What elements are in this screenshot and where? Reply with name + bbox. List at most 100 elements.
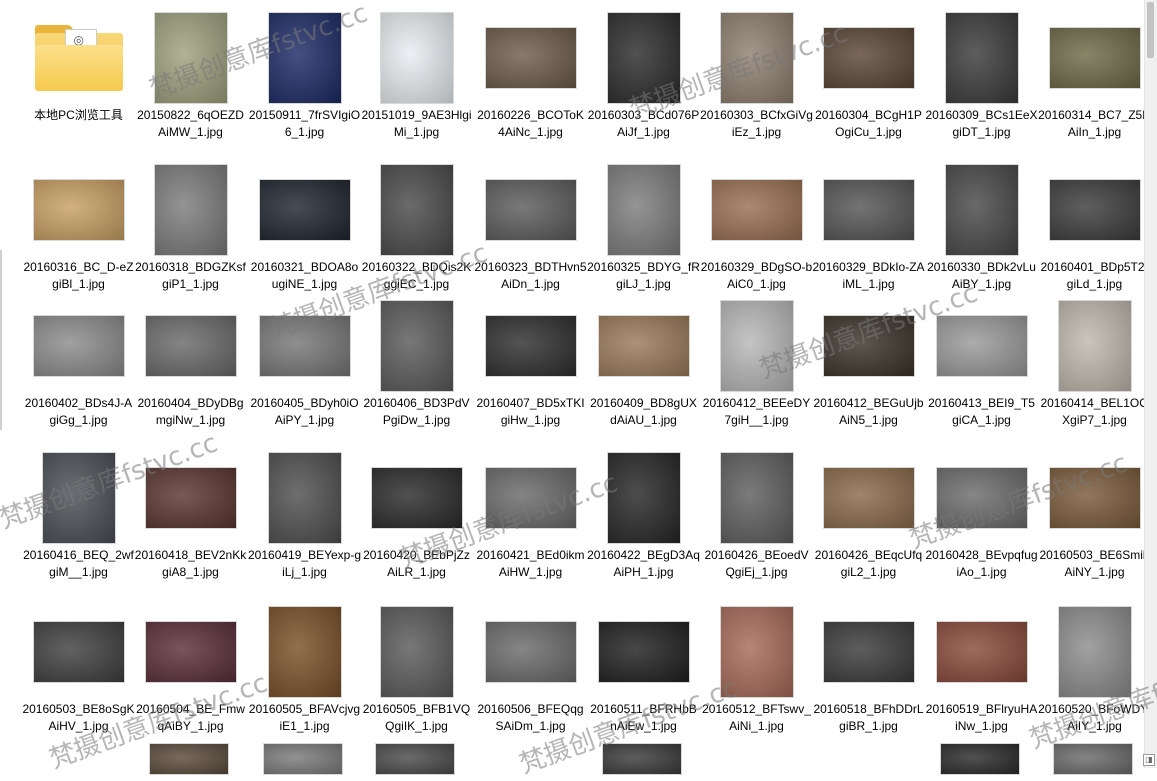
- file-item[interactable]: 20160511_BFRHbBnAiEw_1.jpg: [587, 602, 700, 750]
- image-thumbnail: [380, 607, 453, 697]
- file-item[interactable]: 20160409_BD8gUXdAiAU_1.jpg: [587, 296, 700, 444]
- image-thumbnail[interactable]: [1054, 744, 1132, 774]
- image-thumbnail: [145, 316, 236, 376]
- file-item[interactable]: 20160426_BEoedVQgiEj_1.jpg: [700, 448, 813, 596]
- file-item[interactable]: 20160303_BCd076PAiJf_1.jpg: [587, 8, 700, 156]
- file-item[interactable]: 20160505_BFB1VQQgiIK_1.jpg: [360, 602, 473, 750]
- file-item[interactable]: 20160505_BFAVcjvgiE1_1.jpg: [248, 602, 361, 750]
- image-thumbnail[interactable]: [264, 744, 342, 774]
- image-thumbnail: [936, 316, 1027, 376]
- file-name-label: 20160321_BDOA8ougiNE_1.jpg: [250, 260, 359, 291]
- file-item[interactable]: 20160428_BEvpqfugiAo_1.jpg: [925, 448, 1038, 596]
- file-item[interactable]: 20150911_7frSVIgiO6_1.jpg: [248, 8, 361, 156]
- folder-thumb: [22, 12, 135, 104]
- image-thumbnail: [720, 453, 793, 543]
- file-item[interactable]: 20160402_BDs4J-AgiGg_1.jpg: [22, 296, 135, 444]
- file-item[interactable]: 20160318_BDGZKsfgiP1_1.jpg: [134, 160, 247, 308]
- file-item[interactable]: 20160426_BEqcUfqgiL2_1.jpg: [812, 448, 925, 596]
- file-item[interactable]: 20160321_BDOA8ougiNE_1.jpg: [248, 160, 361, 308]
- window-left-edge: [0, 250, 2, 430]
- image-thumbnail: [154, 165, 227, 255]
- file-item[interactable]: 20160401_BDp5T2-giLd_1.jpg: [1038, 160, 1151, 308]
- file-item[interactable]: 20160520_BFoWDYjAiIY_1.jpg: [1038, 602, 1151, 750]
- file-item[interactable]: 20160309_BCs1EeXgiDT_1.jpg: [925, 8, 1038, 156]
- file-item[interactable]: 20160519_BFlryuHAiNw_1.jpg: [925, 602, 1038, 750]
- file-item[interactable]: 20160412_BEEeDY7giH__1.jpg: [700, 296, 813, 444]
- image-thumbnail: [1049, 468, 1140, 528]
- file-name-label: 20160406_BD3PdVPgiDw_1.jpg: [363, 396, 470, 427]
- file-item[interactable]: 20160419_BEYexp-giLj_1.jpg: [248, 448, 361, 596]
- file-item[interactable]: 20160314_BC7_Z5HAiIn_1.jpg: [1038, 8, 1151, 156]
- image-thumbnail: [259, 180, 350, 240]
- file-name-label: 20160428_BEvpqfugiAo_1.jpg: [925, 548, 1038, 579]
- file-name-label: 20160322_BDQis2KggiEC_1.jpg: [361, 260, 472, 291]
- file-item[interactable]: 20160226_BCOToK4AiNc_1.jpg: [474, 8, 587, 156]
- file-item[interactable]: 20150822_6qOEZDAiMW_1.jpg: [134, 8, 247, 156]
- image-thumbnail[interactable]: [603, 744, 681, 774]
- file-item[interactable]: 20160406_BD3PdVPgiDw_1.jpg: [360, 296, 473, 444]
- file-item[interactable]: 20160404_BDyDBgmgiNw_1.jpg: [134, 296, 247, 444]
- scrollbar-thumb[interactable]: [1147, 2, 1154, 58]
- image-thumbnail: [598, 622, 689, 682]
- file-name-label: 20160413_BEI9_T5giCA_1.jpg: [928, 396, 1035, 427]
- file-item[interactable]: 20160330_BDk2vLuAiBY_1.jpg: [925, 160, 1038, 308]
- file-item[interactable]: 20160506_BFEQqgSAiDm_1.jpg: [474, 602, 587, 750]
- image-thumbnail: [259, 316, 350, 376]
- vertical-scrollbar[interactable]: [1144, 0, 1157, 768]
- file-item[interactable]: 20160414_BEL1OOXgiP7_1.jpg: [1038, 296, 1151, 444]
- file-name-label: 20160409_BD8gUXdAiAU_1.jpg: [590, 396, 697, 427]
- file-name-label: 20150822_6qOEZDAiMW_1.jpg: [137, 108, 244, 139]
- image-thumbnail: [598, 316, 689, 376]
- image-thumbnail[interactable]: [941, 744, 1019, 774]
- file-item[interactable]: 20160405_BDyh0iOAiPY_1.jpg: [248, 296, 361, 444]
- image-thumbnail: [380, 301, 453, 391]
- image-thumbnail[interactable]: [376, 744, 454, 774]
- file-item[interactable]: 20160329_BDgSO-bAiC0_1.jpg: [700, 160, 813, 308]
- image-thumbnail: [607, 453, 680, 543]
- file-item[interactable]: 20160418_BEV2nKkgiA8_1.jpg: [134, 448, 247, 596]
- file-item[interactable]: 20160412_BEGuUjbAiN5_1.jpg: [812, 296, 925, 444]
- file-item[interactable]: 20160322_BDQis2KggiEC_1.jpg: [360, 160, 473, 308]
- file-item[interactable]: 20160503_BE6SmibAiNY_1.jpg: [1038, 448, 1151, 596]
- file-item[interactable]: 20160325_BDYG_fRgiLJ_1.jpg: [587, 160, 700, 308]
- file-item[interactable]: 20160421_BEd0ikmAiHW_1.jpg: [474, 448, 587, 596]
- image-thumbnail: [485, 622, 576, 682]
- file-item[interactable]: 20160422_BEgD3AqAiPH_1.jpg: [587, 448, 700, 596]
- file-name-label: 20160416_BEQ_2wfgiM__1.jpg: [23, 548, 134, 579]
- image-thumbnail: [268, 607, 341, 697]
- file-item[interactable]: 20160303_BCfxGiVgiEz_1.jpg: [700, 8, 813, 156]
- image-thumbnail: [485, 316, 576, 376]
- file-name-label: 20160504_BE_FmwqAiBY_1.jpg: [136, 702, 245, 733]
- file-name-label: 20160422_BEgD3AqAiPH_1.jpg: [587, 548, 700, 579]
- image-thumbnail: [720, 607, 793, 697]
- file-item[interactable]: 20160323_BDTHvn5AiDn_1.jpg: [474, 160, 587, 308]
- image-thumbnail: [485, 468, 576, 528]
- file-name-label: 20160518_BFhDDrLgiBR_1.jpg: [813, 702, 924, 733]
- image-thumbnail: [33, 180, 124, 240]
- file-item[interactable]: 20160503_BE8oSgKAiHV_1.jpg: [22, 602, 135, 750]
- image-thumbnail: [1049, 28, 1140, 88]
- image-thumbnail: [268, 13, 341, 103]
- file-name-label: 20160316_BC_D-eZgiBl_1.jpg: [23, 260, 134, 291]
- folder-item[interactable]: 本地PC浏览工具: [22, 8, 135, 156]
- file-item[interactable]: 20160407_BD5xTKIgiHw_1.jpg: [474, 296, 587, 444]
- file-item[interactable]: 20151019_9AE3HlgiMi_1.jpg: [360, 8, 473, 156]
- file-name-label: 20160506_BFEQqgSAiDm_1.jpg: [477, 702, 584, 733]
- file-item[interactable]: 20160504_BE_FmwqAiBY_1.jpg: [134, 602, 247, 750]
- resize-grip-icon[interactable]: ◨: [1143, 754, 1155, 766]
- file-item[interactable]: 20160304_BCgH1POgiCu_1.jpg: [812, 8, 925, 156]
- file-name-label: 20151019_9AE3HlgiMi_1.jpg: [361, 108, 472, 139]
- image-thumbnail: [720, 301, 793, 391]
- file-item[interactable]: 20160316_BC_D-eZgiBl_1.jpg: [22, 160, 135, 308]
- file-name-label: 20160407_BD5xTKIgiHw_1.jpg: [476, 396, 585, 427]
- file-name-label: 20160226_BCOToK4AiNc_1.jpg: [477, 108, 584, 139]
- file-item[interactable]: 20160329_BDkIo-ZAiML_1.jpg: [812, 160, 925, 308]
- file-name-label: 20160505_BFB1VQQgiIK_1.jpg: [362, 702, 471, 733]
- image-thumbnail: [268, 453, 341, 543]
- file-item[interactable]: 20160413_BEI9_T5giCA_1.jpg: [925, 296, 1038, 444]
- image-thumbnail[interactable]: [150, 744, 228, 774]
- file-item[interactable]: 20160512_BFTswv_AiNi_1.jpg: [700, 602, 813, 750]
- file-item[interactable]: 20160518_BFhDDrLgiBR_1.jpg: [812, 602, 925, 750]
- file-item[interactable]: 20160420_BEbPjZzAiLR_1.jpg: [360, 448, 473, 596]
- file-item[interactable]: 20160416_BEQ_2wfgiM__1.jpg: [22, 448, 135, 596]
